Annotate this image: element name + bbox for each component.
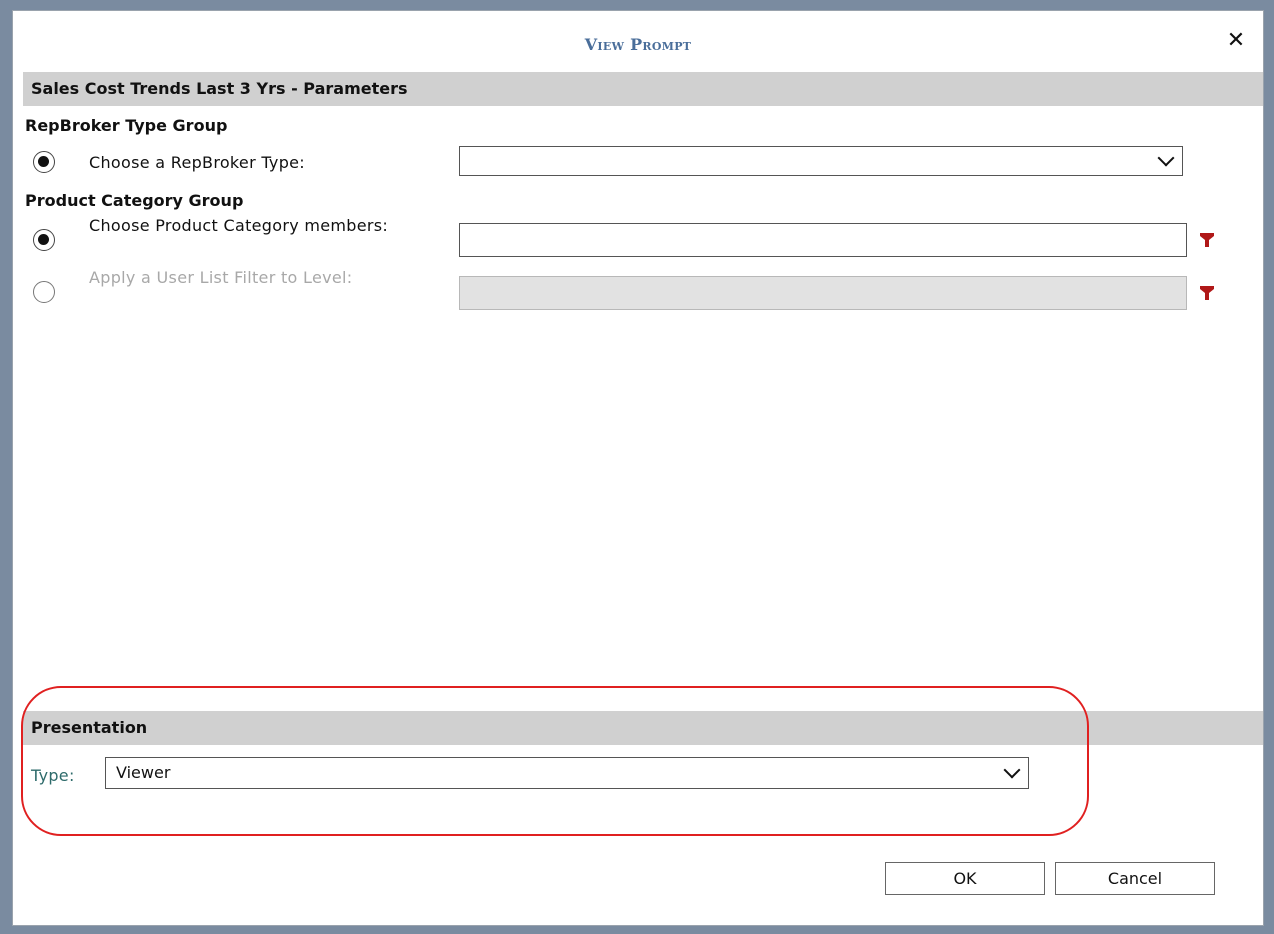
close-icon[interactable]: ✕: [1225, 29, 1247, 53]
repbroker-type-radio[interactable]: [33, 151, 55, 173]
filter-icon[interactable]: [1199, 232, 1215, 248]
presentation-type-value: Viewer: [116, 763, 171, 782]
filter-icon[interactable]: [1199, 285, 1215, 301]
dialog-title: View Prompt: [584, 35, 692, 54]
user-list-filter-label: Apply a User List Filter to Level:: [89, 268, 353, 287]
ok-button[interactable]: OK: [885, 862, 1045, 895]
dialog-title-bar: View Prompt ✕: [13, 11, 1263, 69]
presentation-type-select[interactable]: Viewer: [105, 757, 1029, 789]
repbroker-type-select[interactable]: [459, 146, 1183, 176]
presentation-header: Presentation: [23, 711, 1263, 745]
parameters-header: Sales Cost Trends Last 3 Yrs - Parameter…: [23, 72, 1263, 106]
product-category-members-field[interactable]: [459, 223, 1187, 257]
chevron-down-icon: [1003, 761, 1021, 779]
presentation-type-label: Type:: [31, 766, 75, 785]
repbroker-type-label: Choose a RepBroker Type:: [89, 153, 305, 172]
view-prompt-dialog: View Prompt ✕ Sales Cost Trends Last 3 Y…: [12, 10, 1264, 926]
user-list-filter-radio[interactable]: [33, 281, 55, 303]
user-list-filter-field[interactable]: [459, 276, 1187, 310]
repbroker-group-label: RepBroker Type Group: [25, 116, 228, 135]
product-category-members-label: Choose Product Category members:: [89, 216, 389, 235]
product-category-members-radio[interactable]: [33, 229, 55, 251]
cancel-button[interactable]: Cancel: [1055, 862, 1215, 895]
product-category-group-label: Product Category Group: [25, 191, 244, 210]
chevron-down-icon: [1157, 149, 1175, 167]
